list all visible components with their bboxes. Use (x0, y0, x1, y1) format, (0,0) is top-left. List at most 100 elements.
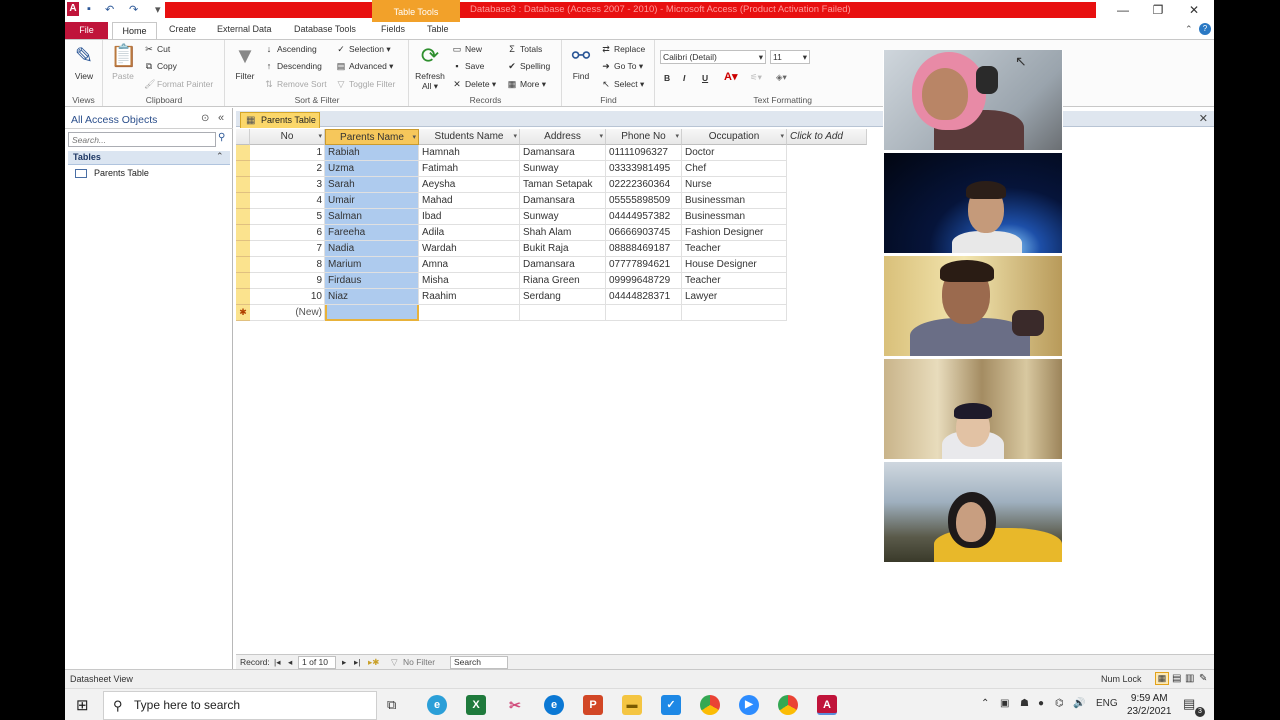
new-row-cell[interactable] (325, 305, 419, 321)
descending-button[interactable]: ↑ Descending (264, 61, 322, 72)
cell-phone[interactable]: 07777894621 (606, 257, 682, 273)
nav-dropdown-icon[interactable]: ⊙ (201, 113, 209, 124)
remove-sort-button[interactable]: ⇅ Remove Sort (264, 79, 326, 90)
cell-phone[interactable]: 09999648729 (606, 273, 682, 289)
cell-parents-name[interactable]: Nadia (325, 241, 419, 257)
tab-table[interactable]: Table (427, 24, 449, 34)
advanced-button[interactable]: ▤ Advanced ▾ (336, 61, 394, 72)
cell-students-name[interactable]: Wardah (419, 241, 520, 257)
whiteboard-icon[interactable]: ✓ (661, 695, 681, 715)
column-header-click-to-add[interactable]: Click to Add (787, 129, 867, 145)
cell-parents-name[interactable]: Umair (325, 193, 419, 209)
first-record-icon[interactable]: |◂ (274, 657, 280, 668)
tab-file[interactable]: File (65, 22, 108, 39)
cell-phone[interactable]: 03333981495 (606, 161, 682, 177)
view-button[interactable]: ✎ View (69, 43, 99, 81)
chrome-icon[interactable] (700, 695, 720, 715)
notifications-icon[interactable]: ▤ (1183, 696, 1195, 712)
cell-occupation[interactable]: House Designer (682, 257, 787, 273)
row-selector[interactable] (236, 225, 250, 241)
microphone-icon[interactable]: ● (1038, 698, 1044, 709)
find-button[interactable]: ⚯ Find (565, 43, 597, 81)
windows-start-icon[interactable]: ⊞ (76, 696, 89, 714)
cell-occupation[interactable]: Nurse (682, 177, 787, 193)
font-name-select[interactable]: Calibri (Detail) ▾ (660, 50, 766, 64)
design-view-icon[interactable]: ✎ (1199, 673, 1207, 684)
row-selector[interactable] (236, 209, 250, 225)
volume-icon[interactable]: 🔊 (1073, 698, 1085, 709)
tab-fields[interactable]: Fields (381, 24, 405, 34)
wifi-icon[interactable]: ⌬ (1055, 698, 1064, 709)
cell-no[interactable]: 1 (250, 145, 325, 161)
last-record-icon[interactable]: ▸| (354, 657, 360, 668)
nav-item-parents-table[interactable]: Parents Table (75, 168, 149, 179)
cell-no[interactable]: 9 (250, 273, 325, 289)
prev-record-icon[interactable]: ◂ (288, 657, 292, 668)
totals-button[interactable]: Σ Totals (507, 44, 542, 55)
row-selector[interactable] (236, 145, 250, 161)
tab-database-tools[interactable]: Database Tools (294, 24, 356, 34)
cell-phone[interactable]: 06666903745 (606, 225, 682, 241)
select-button[interactable]: ↖ Select ▾ (601, 79, 644, 90)
tab-external-data[interactable]: External Data (217, 24, 272, 34)
delete-record-button[interactable]: ✕ Delete ▾ (452, 79, 496, 90)
edge-icon[interactable]: e (544, 695, 564, 715)
minimize-ribbon-icon[interactable]: ⌃ (1185, 24, 1193, 35)
next-record-icon[interactable]: ▸ (342, 657, 346, 668)
pivotchart-view-icon[interactable]: ▥ (1185, 673, 1194, 684)
cell-address[interactable]: Sunway (520, 209, 606, 225)
cell-address[interactable]: Shah Alam (520, 225, 606, 241)
cell-occupation[interactable]: Lawyer (682, 289, 787, 305)
taskbar-search-box[interactable]: ⚲ Type here to search (103, 691, 377, 720)
new-row-cell[interactable] (606, 305, 682, 321)
cell-no[interactable]: 5 (250, 209, 325, 225)
cell-students-name[interactable]: Misha (419, 273, 520, 289)
italic-button[interactable]: I (683, 73, 685, 84)
new-record-button[interactable]: ▭ New (452, 44, 482, 55)
cell-students-name[interactable]: Ibad (419, 209, 520, 225)
cell-no[interactable]: 7 (250, 241, 325, 257)
cell-address[interactable]: Sunway (520, 161, 606, 177)
font-size-select[interactable]: 11 ▾ (770, 50, 810, 64)
cell-no[interactable]: 6 (250, 225, 325, 241)
file-explorer-icon[interactable]: ▬ (622, 695, 642, 715)
help-icon[interactable]: ? (1199, 23, 1211, 35)
paste-button[interactable]: 📋 Paste (108, 43, 138, 81)
chevron-up-icon[interactable]: ⌃ (981, 698, 989, 709)
save-record-button[interactable]: ▪ Save (452, 61, 484, 72)
cell-occupation[interactable]: Doctor (682, 145, 787, 161)
column-header-address[interactable]: Address ▾ (520, 129, 606, 145)
record-search-input[interactable]: Search (450, 656, 508, 669)
copy-button[interactable]: ⧉ Copy (144, 61, 177, 72)
datasheet-view-icon[interactable]: ▦ (1155, 672, 1169, 685)
close-document-icon[interactable]: ✕ (1199, 112, 1208, 125)
cell-phone[interactable]: 02222360364 (606, 177, 682, 193)
column-header-parents-name[interactable]: Parents Name ▾ (325, 129, 419, 145)
cell-students-name[interactable]: Amna (419, 257, 520, 273)
edge-legacy-icon[interactable]: e (427, 695, 447, 715)
snip-icon[interactable]: ✂ (505, 695, 525, 715)
cell-students-name[interactable]: Adila (419, 225, 520, 241)
cell-address[interactable]: Taman Setapak (520, 177, 606, 193)
selection-button[interactable]: ✓ Selection ▾ (336, 44, 390, 55)
save-icon[interactable]: ▪ (87, 3, 91, 15)
new-row-cell[interactable] (520, 305, 606, 321)
cell-parents-name[interactable]: Firdaus (325, 273, 419, 289)
cell-parents-name[interactable]: Sarah (325, 177, 419, 193)
new-row-cell[interactable]: (New) (250, 305, 325, 321)
cell-occupation[interactable]: Fashion Designer (682, 225, 787, 241)
more-button[interactable]: ▦ More ▾ (507, 79, 546, 90)
row-selector[interactable] (236, 193, 250, 209)
column-header-students-name[interactable]: Students Name ▾ (419, 129, 520, 145)
taskbar-clock[interactable]: 9:59 AM 23/2/2021 (1127, 692, 1172, 718)
goto-button[interactable]: ➜ Go To ▾ (601, 61, 643, 72)
cell-phone[interactable]: 08888469187 (606, 241, 682, 257)
select-all-corner[interactable] (236, 129, 250, 145)
row-selector[interactable] (236, 289, 250, 305)
cell-no[interactable]: 4 (250, 193, 325, 209)
network-icon[interactable]: ☗ (1020, 698, 1029, 709)
row-selector[interactable] (236, 241, 250, 257)
cell-parents-name[interactable]: Salman (325, 209, 419, 225)
cell-students-name[interactable]: Hamnah (419, 145, 520, 161)
cell-occupation[interactable]: Businessman (682, 193, 787, 209)
